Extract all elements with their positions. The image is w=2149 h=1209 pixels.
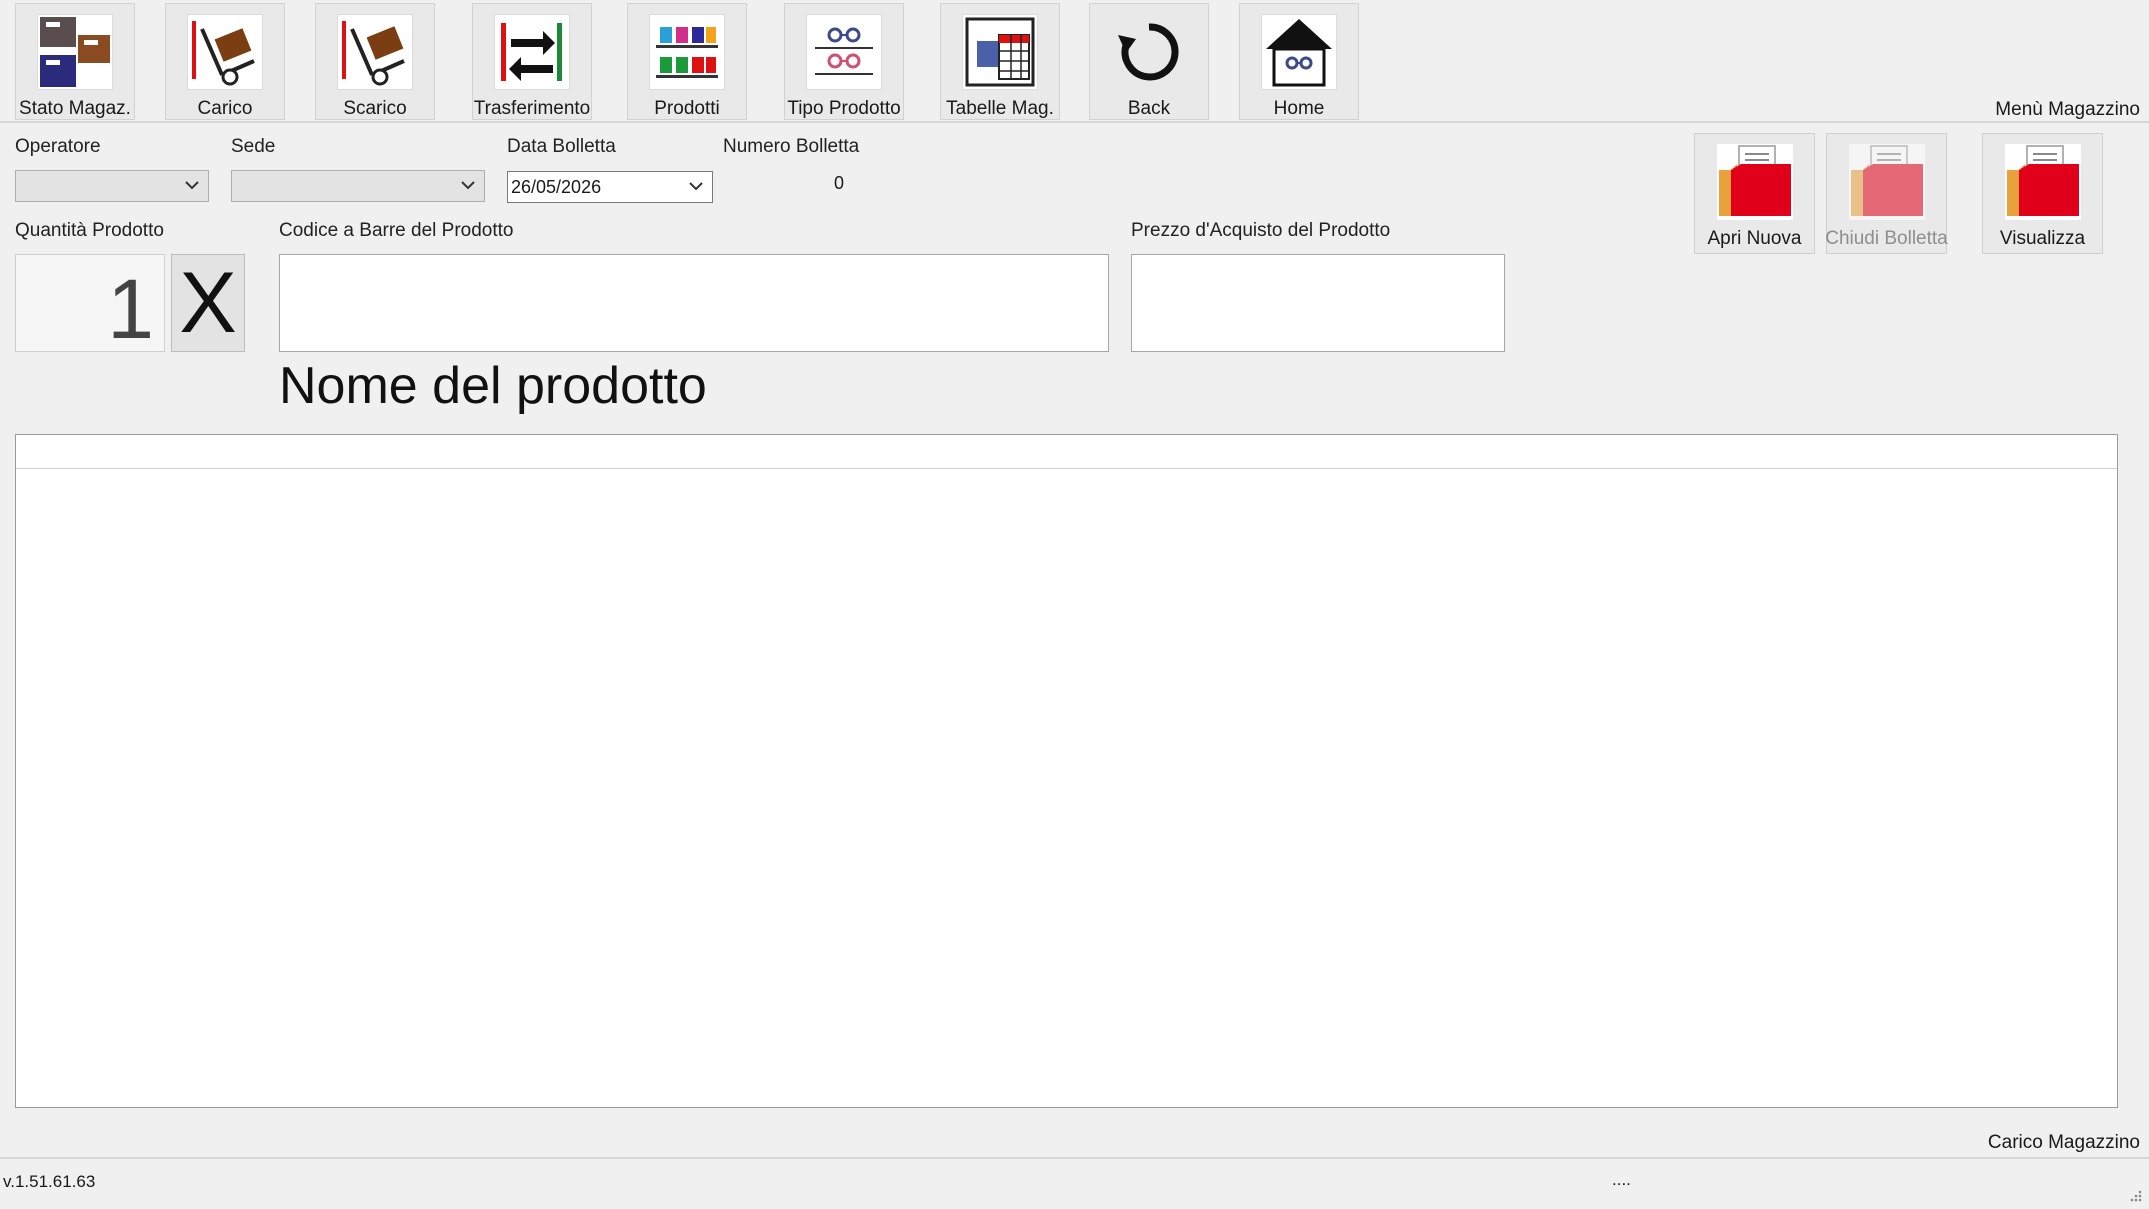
tables-icon: [962, 14, 1038, 90]
status-text: ....: [1612, 1170, 1631, 1189]
codice-barre-label: Codice a Barre del Prodotto: [279, 220, 514, 241]
multiply-label: X: [179, 254, 237, 351]
glasses-shelf-icon: [806, 14, 882, 90]
red-folder-icon: [1848, 144, 1925, 220]
home-icon: [1261, 14, 1337, 90]
grid-header: [16, 435, 2117, 469]
prodotti-label: Prodotti: [654, 98, 720, 119]
tabelle-mag-label: Tabelle Mag.: [946, 98, 1054, 119]
prezzo-acquisto-label: Prezzo d'Acquisto del Prodotto: [1131, 220, 1391, 241]
red-folder-icon: [2004, 144, 2081, 220]
statusbar-divider: [0, 1157, 2149, 1159]
chevron-down-icon: [461, 181, 475, 190]
codice-barre-input[interactable]: [279, 254, 1109, 352]
toolbar-divider: [0, 121, 2149, 123]
tipo-prodotto-button[interactable]: Tipo Prodotto: [784, 3, 904, 120]
operatore-label: Operatore: [15, 136, 101, 157]
quantita-input[interactable]: 1: [15, 254, 165, 356]
product-name: Nome del prodotto: [279, 357, 707, 415]
products-shelf-icon: [649, 14, 725, 90]
apri-nuova-button[interactable]: Apri Nuova: [1694, 133, 1815, 254]
trasferimento-button[interactable]: Trasferimento: [472, 3, 592, 120]
chiudi-bolletta-label: Chiudi Bolletta: [1825, 228, 1948, 249]
carico-label: Carico: [197, 98, 253, 119]
visualizza-label: Visualizza: [1999, 228, 2086, 249]
resize-grip-icon[interactable]: [2127, 1187, 2143, 1203]
products-grid[interactable]: [15, 434, 2118, 1108]
home-button[interactable]: Home: [1239, 3, 1359, 120]
stato-magazzino-label: Stato Magaz.: [19, 98, 131, 119]
data-bolletta-picker[interactable]: 26/05/2026: [507, 171, 713, 203]
numero-bolletta-label: Numero Bolletta: [723, 136, 860, 157]
back-label: Back: [1127, 98, 1171, 119]
hand-truck-load-icon: [187, 14, 263, 90]
visualizza-button[interactable]: Visualizza: [1982, 133, 2103, 254]
chevron-down-icon: [185, 181, 199, 190]
home-label: Home: [1273, 98, 1325, 119]
operatore-select[interactable]: [15, 170, 209, 202]
multiply-button[interactable]: X: [171, 254, 245, 352]
menu-section-title: Menù Magazzino: [1995, 99, 2140, 120]
sede-select[interactable]: [231, 170, 485, 202]
apri-nuova-label: Apri Nuova: [1707, 228, 1802, 249]
data-bolletta-value: 26/05/2026: [511, 177, 602, 197]
warehouse-boxes-icon: [37, 14, 113, 90]
back-button[interactable]: Back: [1089, 3, 1209, 120]
numero-bolletta-value: 0: [834, 173, 845, 193]
prodotti-button[interactable]: Prodotti: [627, 3, 747, 120]
transfer-arrows-icon: [494, 14, 570, 90]
scarico-button[interactable]: Scarico: [315, 3, 435, 120]
chevron-down-icon: [689, 182, 703, 191]
stato-magazzino-button[interactable]: Stato Magaz.: [15, 3, 135, 120]
scarico-label: Scarico: [343, 98, 407, 119]
carico-button[interactable]: Carico: [165, 3, 285, 120]
quantita-value: 1: [107, 262, 154, 356]
quantita-label: Quantità Prodotto: [15, 220, 164, 241]
tabelle-mag-button[interactable]: Tabelle Mag.: [940, 3, 1060, 120]
version-label: v.1.51.61.63: [3, 1172, 96, 1191]
sede-label: Sede: [231, 136, 276, 157]
tipo-prodotto-label: Tipo Prodotto: [787, 98, 901, 119]
back-arrow-icon: [1111, 14, 1187, 90]
page-title: Carico Magazzino: [1987, 1132, 2140, 1153]
prezzo-acquisto-input[interactable]: [1131, 254, 1505, 352]
chiudi-bolletta-button[interactable]: Chiudi Bolletta: [1825, 133, 1948, 254]
trasferimento-label: Trasferimento: [473, 98, 591, 119]
hand-truck-unload-icon: [337, 14, 413, 90]
red-folder-icon: [1716, 144, 1793, 220]
data-bolletta-label: Data Bolletta: [507, 136, 616, 157]
